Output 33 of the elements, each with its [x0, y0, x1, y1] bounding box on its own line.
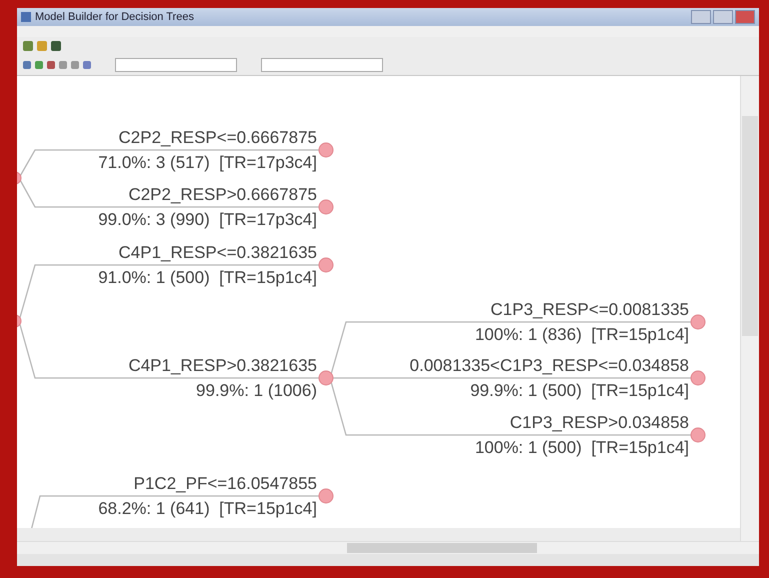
split-condition: C1P3_RESP<=0.0081335 — [490, 300, 689, 320]
dropdown-field[interactable] — [115, 58, 237, 72]
node-stats: 100%: 1 (500) [TR=15p1c4] — [474, 438, 689, 458]
split-condition: P1C2_PF<=16.0547855 — [134, 474, 317, 494]
vertical-scrollbar[interactable] — [740, 76, 759, 541]
node-stats: 99.9%: 1 (500) [TR=15p1c4] — [470, 381, 689, 401]
minimize-button[interactable] — [691, 10, 711, 24]
node-stats: 100%: 1 (836) [TR=15p1c4] — [474, 325, 689, 345]
node-stats: 68.2%: 1 (641) [TR=15p1c4] — [98, 499, 317, 519]
app-icon — [21, 12, 31, 22]
node-stats: 71.0%: 3 (517) [TR=17p3c4] — [98, 153, 317, 173]
split-condition: 0.0081335<C1P3_RESP<=0.034858 — [410, 356, 689, 376]
split-condition: C1P3_RESP>0.034858 — [510, 413, 689, 433]
node-dot[interactable] — [690, 428, 706, 442]
split-condition: C2P2_RESP>0.6667875 — [128, 185, 317, 205]
node-dot[interactable] — [690, 314, 706, 330]
node-stats: 91.0%: 1 (500) [TR=15p1c4] — [98, 268, 317, 288]
split-condition: C4P1_RESP<=0.3821635 — [118, 243, 317, 263]
close-button[interactable] — [735, 10, 755, 24]
node-dot[interactable] — [318, 200, 334, 214]
node-dot[interactable] — [318, 258, 334, 272]
split-condition: C2P2_RESP<=0.6667875 — [118, 128, 317, 148]
node-stats: 99.0%: 3 (990) [TR=17p3c4] — [98, 210, 317, 230]
node-stats: 99.9%: 1 (1006) — [196, 381, 317, 401]
node-dot[interactable] — [318, 488, 334, 504]
maximize-button[interactable] — [713, 10, 733, 24]
node-dot[interactable] — [690, 370, 706, 386]
split-condition: C4P1_RESP>0.3821635 — [128, 356, 317, 376]
window-title: Model Builder for Decision Trees — [35, 11, 195, 23]
horizontal-scrollbar[interactable] — [17, 541, 759, 554]
node-dot[interactable] — [318, 370, 334, 386]
node-dot[interactable] — [318, 142, 334, 158]
dropdown-field[interactable] — [261, 58, 383, 72]
